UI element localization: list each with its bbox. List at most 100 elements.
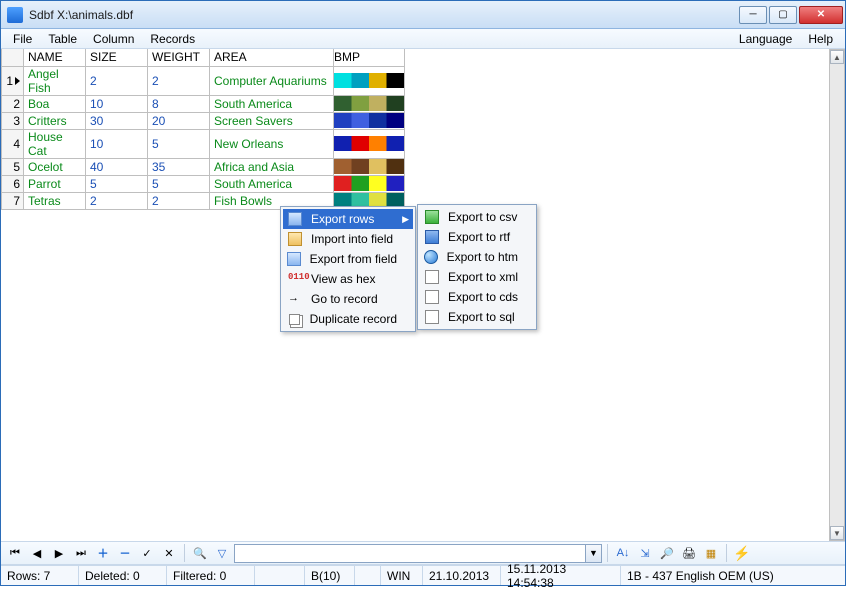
cell-name[interactable]: House Cat — [24, 129, 86, 158]
ctx-item-export from field[interactable]: Export from field — [283, 249, 413, 269]
ctx-item-import into field[interactable]: Import into field — [283, 229, 413, 249]
cell-area[interactable]: New Orleans — [210, 129, 334, 158]
print-button[interactable]: 🖨 — [679, 543, 699, 563]
cell-weight[interactable]: 5 — [148, 129, 210, 158]
row-header[interactable]: 6 — [2, 175, 24, 192]
menu-table[interactable]: Table — [40, 30, 85, 48]
row-header[interactable]: 4 — [2, 129, 24, 158]
ctx-item-export to rtf[interactable]: Export to rtf — [420, 227, 534, 247]
cell-weight[interactable]: 2 — [148, 192, 210, 209]
column-header-size[interactable]: SIZE — [86, 49, 148, 66]
filter-combo-dropdown[interactable]: ▼ — [585, 545, 601, 562]
cell-weight[interactable]: 2 — [148, 66, 210, 95]
menubar: File Table Column Records Language Help — [1, 29, 845, 49]
cell-name[interactable]: Tetras — [24, 192, 86, 209]
execute-button[interactable]: ⚡ — [732, 543, 752, 563]
ctx-item-export to sql[interactable]: Export to sql — [420, 307, 534, 327]
delete-record-button[interactable]: － — [115, 543, 135, 563]
column-header-name[interactable]: NAME — [24, 49, 86, 66]
minimize-button[interactable]: ─ — [739, 6, 767, 24]
cell-area[interactable]: Africa and Asia — [210, 158, 334, 175]
cell-name[interactable]: Critters — [24, 112, 86, 129]
cell-weight[interactable]: 5 — [148, 175, 210, 192]
column-header-weight[interactable]: WEIGHT — [148, 49, 210, 66]
cell-name[interactable]: Boa — [24, 95, 86, 112]
cell-bmp[interactable] — [334, 129, 405, 158]
menu-language[interactable]: Language — [731, 30, 800, 48]
next-record-button[interactable]: ▶ — [49, 543, 69, 563]
column-header-bmp[interactable]: BMP — [334, 49, 405, 66]
menu-help[interactable]: Help — [800, 30, 841, 48]
row-header[interactable]: 7 — [2, 192, 24, 209]
cell-weight[interactable]: 35 — [148, 158, 210, 175]
status-filtered: Filtered: 0 — [167, 566, 255, 585]
cell-bmp[interactable] — [334, 158, 405, 175]
menu-file[interactable]: File — [5, 30, 40, 48]
cell-bmp[interactable] — [334, 66, 405, 95]
first-record-button[interactable]: ⏮ — [5, 543, 25, 563]
nav-toolbar: ⏮ ◀ ▶ ⏭ ＋ － ✓ ✕ 🔍 ▽ ▼ A↓ ⇲ 🔎 🖨 ▦ ⚡ — [1, 541, 845, 565]
filter-combo[interactable]: ▼ — [234, 544, 602, 563]
table-row[interactable]: 6 Parrot 5 5 South America — [2, 175, 405, 192]
ctx-item-go to record[interactable]: → Go to record — [283, 289, 413, 309]
status-date: 21.10.2013 — [423, 566, 501, 585]
dup-icon — [285, 311, 304, 327]
cell-weight[interactable]: 20 — [148, 112, 210, 129]
scroll-down-button[interactable]: ▼ — [830, 526, 844, 540]
table-row[interactable]: 1 Angel Fish 2 2 Computer Aquariums — [2, 66, 405, 95]
row-header[interactable]: 2 — [2, 95, 24, 112]
preview-button[interactable]: 🔎 — [657, 543, 677, 563]
table-row[interactable]: 3 Critters 30 20 Screen Savers — [2, 112, 405, 129]
ctx-item-export to xml[interactable]: Export to xml — [420, 267, 534, 287]
cell-area[interactable]: South America — [210, 175, 334, 192]
ctx-item-view as hex[interactable]: 0110 View as hex — [283, 269, 413, 289]
cell-name[interactable]: Angel Fish — [24, 66, 86, 95]
table-row[interactable]: 5 Ocelot 40 35 Africa and Asia — [2, 158, 405, 175]
find-button[interactable]: 🔍 — [190, 543, 210, 563]
maximize-button[interactable]: ▢ — [769, 6, 797, 24]
cell-size[interactable]: 2 — [86, 192, 148, 209]
ctx-item-export to htm[interactable]: Export to htm — [420, 247, 534, 267]
status-encoding: WIN — [381, 566, 423, 585]
row-header[interactable]: 3 — [2, 112, 24, 129]
post-edit-button[interactable]: ✓ — [137, 543, 157, 563]
cell-size[interactable]: 30 — [86, 112, 148, 129]
row-header[interactable]: 1 — [2, 66, 24, 95]
cell-name[interactable]: Parrot — [24, 175, 86, 192]
cell-bmp[interactable] — [334, 175, 405, 192]
row-header[interactable]: 5 — [2, 158, 24, 175]
export-button[interactable]: ⇲ — [635, 543, 655, 563]
table-row[interactable]: 4 House Cat 10 5 New Orleans — [2, 129, 405, 158]
cell-area[interactable]: Computer Aquariums — [210, 66, 334, 95]
table-row[interactable]: 2 Boa 10 8 South America — [2, 95, 405, 112]
menu-records[interactable]: Records — [142, 30, 203, 48]
cancel-edit-button[interactable]: ✕ — [159, 543, 179, 563]
close-button[interactable]: ✕ — [799, 6, 843, 24]
cell-bmp[interactable] — [334, 112, 405, 129]
ctx-item-export to cds[interactable]: Export to cds — [420, 287, 534, 307]
sort-asc-button[interactable]: A↓ — [613, 543, 633, 563]
prev-record-button[interactable]: ◀ — [27, 543, 47, 563]
insert-record-button[interactable]: ＋ — [93, 543, 113, 563]
cell-weight[interactable]: 8 — [148, 95, 210, 112]
menu-column[interactable]: Column — [85, 30, 142, 48]
cell-bmp[interactable] — [334, 95, 405, 112]
cell-area[interactable]: South America — [210, 95, 334, 112]
cell-size[interactable]: 40 — [86, 158, 148, 175]
cell-size[interactable]: 5 — [86, 175, 148, 192]
cell-size[interactable]: 10 — [86, 95, 148, 112]
filter-button[interactable]: ▽ — [212, 543, 232, 563]
vertical-scrollbar[interactable]: ▲ ▼ — [829, 49, 845, 541]
ctx-item-export rows[interactable]: Export rows ▶ — [283, 209, 413, 229]
ctx-item-export to csv[interactable]: Export to csv — [420, 207, 534, 227]
cell-name[interactable]: Ocelot — [24, 158, 86, 175]
cell-area[interactable]: Screen Savers — [210, 112, 334, 129]
data-grid[interactable]: NAMESIZEWEIGHTAREABMP 1 Angel Fish 2 2 C… — [1, 49, 829, 541]
column-header-area[interactable]: AREA — [210, 49, 334, 66]
ctx-item-duplicate record[interactable]: Duplicate record — [283, 309, 413, 329]
scroll-up-button[interactable]: ▲ — [830, 50, 844, 64]
cell-size[interactable]: 2 — [86, 66, 148, 95]
cell-size[interactable]: 10 — [86, 129, 148, 158]
last-record-button[interactable]: ⏭ — [71, 543, 91, 563]
columns-button[interactable]: ▦ — [701, 543, 721, 563]
